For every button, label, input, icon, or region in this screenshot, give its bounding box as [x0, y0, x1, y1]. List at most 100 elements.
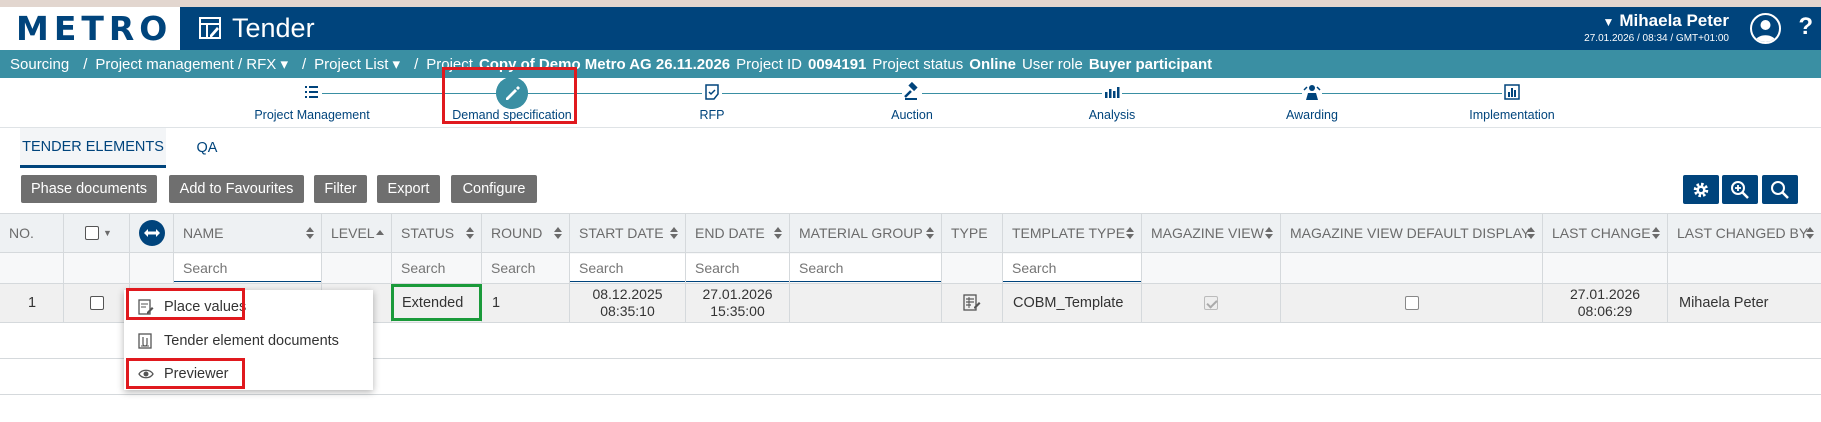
column-label: MATERIAL GROUP	[799, 225, 923, 241]
column-header-name[interactable]: NAME	[174, 214, 322, 252]
row-last-change: 27.01.2026 08:06:29	[1543, 284, 1668, 322]
sort-ascending-icon[interactable]	[376, 230, 384, 242]
help-icon[interactable]: ?	[1798, 13, 1813, 41]
breadcrumb-project-list[interactable]: Project List	[314, 55, 400, 73]
sort-icon[interactable]	[1527, 227, 1535, 239]
column-label: ROUND	[491, 225, 543, 241]
search-button[interactable]	[1762, 175, 1798, 204]
start-date-search-input[interactable]	[570, 254, 685, 282]
row-magazine-view	[1142, 284, 1281, 322]
filter-button[interactable]: Filter	[314, 175, 367, 203]
sort-icon[interactable]	[1126, 227, 1134, 239]
search-cell-empty	[1543, 253, 1668, 283]
column-header-magazine-default[interactable]: MAGAZINE VIEW DEFAULT DISPLAY	[1281, 214, 1543, 252]
chevron-down-icon[interactable]: ▼	[103, 228, 112, 238]
row-last-changed-by: Mihaela Peter	[1679, 295, 1769, 311]
step-rfp[interactable]: RFP	[632, 78, 792, 128]
column-header-last-change[interactable]: LAST CHANGE	[1543, 214, 1668, 252]
sort-icon[interactable]	[1265, 227, 1273, 239]
gear-icon	[1693, 182, 1709, 197]
magazine-default-checkbox[interactable]	[1404, 296, 1419, 310]
user-name[interactable]: Mihaela Peter	[1584, 11, 1729, 31]
column-header-material-group[interactable]: MATERIAL GROUP	[790, 214, 942, 252]
expand-horizontal-icon[interactable]	[138, 219, 166, 247]
step-auction[interactable]: Auction	[832, 78, 992, 128]
step-awarding[interactable]: Awarding	[1232, 78, 1392, 128]
breadcrumb-project-management[interactable]: Project management / RFX	[95, 55, 288, 73]
project-id-label: Project ID	[736, 55, 802, 73]
sort-icon[interactable]	[554, 227, 562, 239]
phase-documents-button[interactable]: Phase documents	[21, 175, 157, 203]
sort-icon[interactable]	[926, 227, 934, 239]
step-project-management[interactable]: Project Management	[232, 78, 392, 128]
menu-item-tender-element-documents[interactable]: Tender element documents	[124, 324, 373, 357]
tab-qa[interactable]: QA	[186, 128, 228, 168]
grid-header-row: NO. ▼ NAME LEVEL STATUS ROUND START DATE…	[0, 213, 1821, 253]
toolbar: Phase documents Add to Favourites Filter…	[0, 175, 1821, 205]
breadcrumb-separator: /	[414, 55, 419, 73]
column-header-template-type[interactable]: TEMPLATE TYPE	[1003, 214, 1142, 252]
user-timestamp: 27.01.2026 / 08:34 / GMT+01:00	[1584, 33, 1729, 44]
column-header-round[interactable]: ROUND	[482, 214, 570, 252]
select-all-checkbox[interactable]	[85, 226, 99, 240]
column-header-last-changed-by[interactable]: LAST CHANGED BY	[1668, 214, 1821, 252]
tender-app-icon	[199, 17, 221, 39]
step-implementation[interactable]: Implementation	[1432, 78, 1592, 128]
breadcrumb-sourcing[interactable]: Sourcing	[10, 56, 69, 73]
award-icon	[1302, 82, 1322, 102]
step-label: Awarding	[1286, 108, 1338, 122]
column-header-type[interactable]: TYPE	[942, 214, 1003, 252]
row-round: 1	[482, 284, 570, 322]
user-role-label: User role	[1021, 55, 1083, 73]
configure-button[interactable]: Configure	[451, 175, 537, 203]
column-label: LAST CHANGED BY	[1677, 225, 1809, 241]
sort-icon[interactable]	[1652, 227, 1660, 239]
sort-icon[interactable]	[670, 227, 678, 239]
app-header: METRO Tender Mihaela Peter 27.01.2026 / …	[0, 7, 1821, 50]
metro-logo[interactable]: METRO	[0, 7, 180, 50]
breadcrumb-separator: /	[302, 55, 307, 73]
tab-tender-elements[interactable]: TENDER ELEMENTS	[20, 128, 166, 168]
row-material-group	[790, 284, 942, 322]
column-header-select[interactable]: ▼	[64, 214, 130, 252]
search-cell-empty	[64, 253, 130, 283]
column-header-end-date[interactable]: END DATE	[686, 214, 790, 252]
grid-document-icon	[963, 294, 981, 311]
tab-bar: TENDER ELEMENTS QA	[0, 128, 1821, 168]
user-role-value: Buyer participant	[1088, 55, 1213, 73]
settings-button[interactable]	[1683, 175, 1719, 204]
zoom-in-icon	[1731, 180, 1749, 199]
avatar-icon[interactable]	[1750, 13, 1781, 44]
gavel-icon	[902, 82, 922, 102]
sort-icon[interactable]	[306, 227, 314, 239]
step-analysis[interactable]: Analysis	[1032, 78, 1192, 128]
row-select-checkbox[interactable]	[89, 296, 104, 310]
add-to-favourites-button[interactable]: Add to Favourites	[169, 175, 304, 203]
search-cell-empty	[1142, 253, 1281, 283]
template-type-search-input[interactable]	[1003, 254, 1141, 282]
project-status-value: Online	[969, 55, 1016, 73]
column-header-status[interactable]: STATUS	[392, 214, 482, 252]
sort-icon[interactable]	[1806, 227, 1814, 239]
name-search-input[interactable]	[174, 254, 321, 282]
project-status-label: Project status	[872, 55, 964, 73]
search-cell-empty	[0, 253, 64, 283]
sort-icon[interactable]	[774, 227, 782, 239]
user-menu[interactable]: Mihaela Peter 27.01.2026 / 08:34 / GMT+0…	[1584, 11, 1729, 44]
column-header-level[interactable]: LEVEL	[322, 214, 392, 252]
sort-icon[interactable]	[466, 227, 474, 239]
zoom-button[interactable]	[1722, 175, 1758, 204]
column-header-no[interactable]: NO.	[0, 214, 64, 252]
column-header-start-date[interactable]: START DATE	[570, 214, 686, 252]
bar-chart-icon	[1102, 82, 1122, 102]
column-header-magazine-view[interactable]: MAGAZINE VIEW	[1142, 214, 1281, 252]
highlight-previewer	[126, 358, 245, 389]
round-search-input[interactable]	[482, 254, 569, 282]
search-icon	[1771, 180, 1789, 199]
status-search-input[interactable]	[392, 254, 481, 282]
material-group-search-input[interactable]	[790, 254, 941, 282]
column-header-expand[interactable]	[130, 214, 174, 252]
export-button[interactable]: Export	[377, 175, 440, 203]
end-date-search-input[interactable]	[686, 254, 789, 282]
row-start-date: 08.12.2025 08:35:10	[570, 284, 686, 322]
